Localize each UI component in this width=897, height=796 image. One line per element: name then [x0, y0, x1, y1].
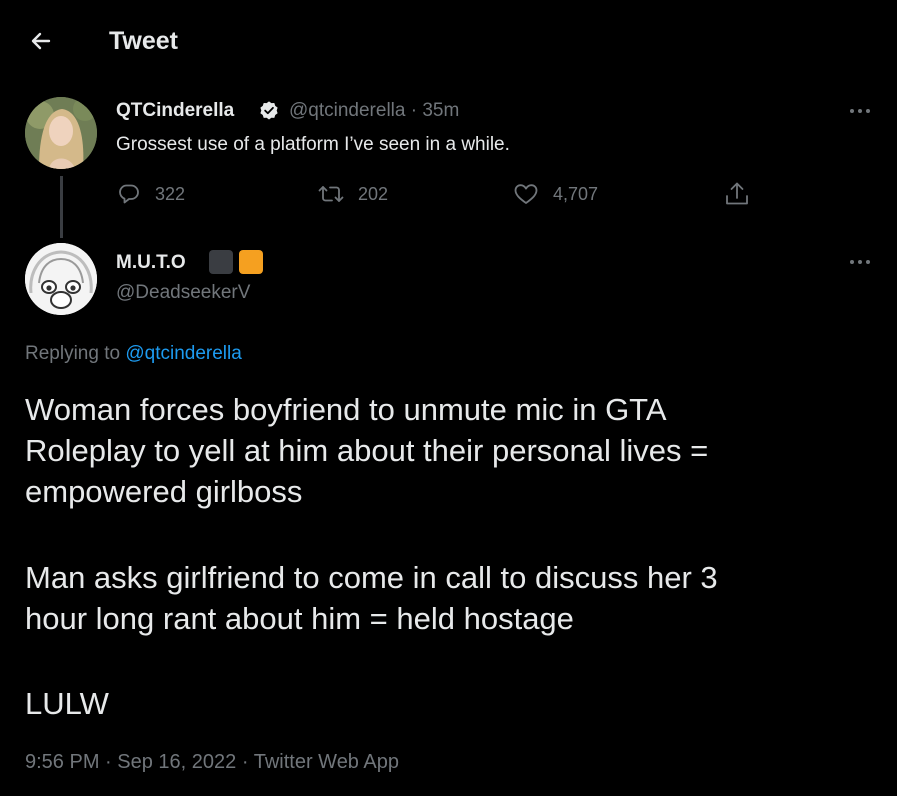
- more-dots-icon: [850, 109, 870, 113]
- tweet-time[interactable]: 35m: [422, 100, 459, 121]
- reply-icon: [119, 184, 139, 204]
- tweet-text-line: LULW: [25, 686, 109, 721]
- avatar-deadseekerv[interactable]: [25, 243, 97, 315]
- replying-to: Replying to @qtcinderella: [25, 342, 242, 366]
- avatar-image: [25, 97, 97, 169]
- author-name[interactable]: QTCinderella: [116, 99, 234, 123]
- tweet-text-line: Roleplay to yell at him about their pers…: [25, 433, 709, 468]
- separator-dot: ·: [410, 100, 418, 121]
- back-button[interactable]: [22, 22, 60, 60]
- more-options-button[interactable]: [845, 101, 875, 121]
- avatar-qtcinderella[interactable]: [25, 97, 97, 169]
- grey-square-emoji: [209, 250, 233, 274]
- share-icon: [726, 182, 748, 205]
- tweet-text-line: empowered girlboss: [25, 474, 303, 509]
- heart-icon: [514, 184, 538, 204]
- like-count: 4,707: [553, 184, 599, 204]
- author-name[interactable]: M.U.T.O: [116, 251, 186, 275]
- author-handle[interactable]: @qtcinderella · 35m: [289, 99, 459, 123]
- tweet-header: Tweet: [0, 0, 897, 80]
- more-options-button[interactable]: [845, 252, 875, 272]
- replying-prefix: Replying to: [25, 343, 121, 364]
- like-button[interactable]: 4,707: [513, 178, 598, 210]
- reply-button[interactable]: 322: [117, 178, 185, 210]
- replying-to-link[interactable]: @qtcinderella: [125, 343, 241, 364]
- handle-text: @qtcinderella: [289, 100, 406, 121]
- tweet-metadata: 9:56 PM · Sep 16, 2022 · Twitter Web App: [25, 748, 399, 776]
- retweet-count: 202: [358, 184, 389, 204]
- separator-dot: ·: [105, 751, 112, 773]
- retweet-icon: [318, 186, 344, 202]
- separator-dot: ·: [241, 751, 249, 773]
- author-handle[interactable]: @DeadseekerV: [116, 281, 250, 305]
- page-title: Tweet: [109, 27, 178, 55]
- tweet-date[interactable]: Sep 16, 2022: [117, 751, 236, 773]
- tweet-time[interactable]: 9:56 PM: [25, 751, 99, 773]
- parent-tweet-text: Grossest use of a platform I’ve seen in …: [116, 134, 510, 155]
- verified-badge-icon: [260, 101, 278, 120]
- avatar-image: [25, 243, 97, 315]
- arrow-left-icon: [31, 32, 51, 50]
- retweet-button[interactable]: 202: [318, 178, 388, 210]
- tweet-source[interactable]: Twitter Web App: [254, 751, 399, 773]
- reply-count: 322: [155, 184, 186, 204]
- tweet-text-line: Man asks girlfriend to come in call to d…: [25, 560, 718, 595]
- share-button[interactable]: [724, 178, 750, 210]
- tweet-text-line: hour long rant about him = held hostage: [25, 601, 574, 636]
- more-dots-icon: [850, 260, 870, 264]
- orange-square-emoji: [239, 250, 263, 274]
- thread-connector-line: [60, 176, 63, 238]
- tweet-text-line: Woman forces boyfriend to unmute mic in …: [25, 392, 667, 427]
